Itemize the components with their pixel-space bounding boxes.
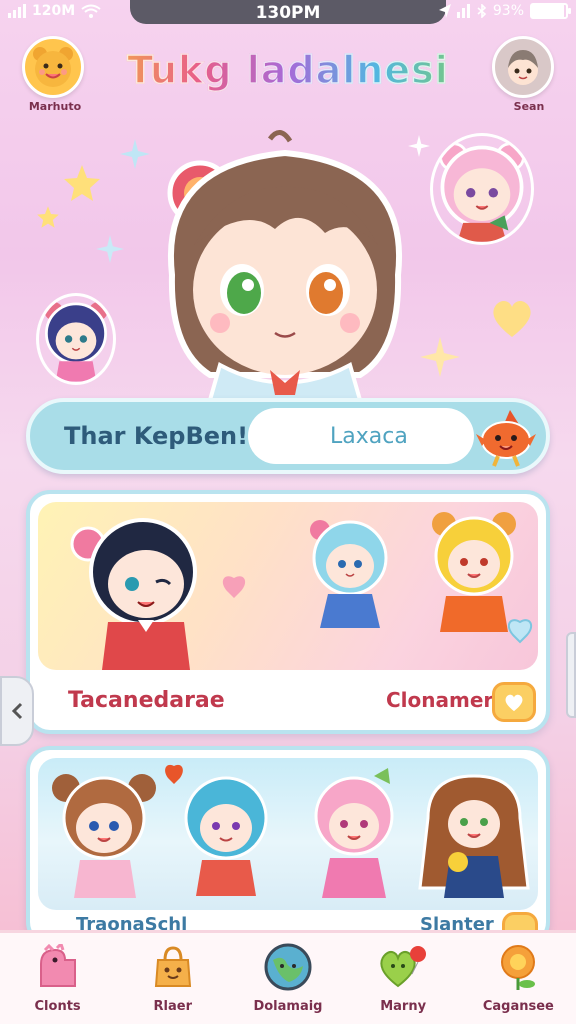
pink-bear-character bbox=[430, 133, 534, 245]
search-input[interactable] bbox=[248, 408, 474, 464]
card-1-subtitle: Clonamer bbox=[386, 688, 494, 712]
heart-deco-icon bbox=[493, 300, 531, 337]
hero-illustration bbox=[0, 115, 576, 400]
star-icon bbox=[64, 165, 100, 201]
scroll-handle[interactable] bbox=[566, 632, 576, 718]
card-2-artwork bbox=[38, 758, 538, 910]
nav-label-clonts: Clonts bbox=[34, 999, 81, 1014]
bottom-navigation: Clonts Rlaer Dolamaig Marny Cagansee bbox=[0, 930, 576, 1024]
card-1-title: Tacanedarae bbox=[68, 688, 225, 713]
navy-hair-character bbox=[36, 293, 116, 385]
character-card-2[interactable]: TraonaSchl Slanter bbox=[26, 746, 550, 946]
character-card-1[interactable]: Tacanedarae Clonamer bbox=[26, 490, 550, 734]
right-avatar-label: Sean bbox=[513, 100, 545, 113]
nav-item-rlaer[interactable]: Rlaer bbox=[123, 941, 223, 1014]
nav-label-rlaer: Rlaer bbox=[153, 999, 193, 1014]
heart-balloon-icon bbox=[377, 941, 429, 993]
sparkle-icon bbox=[120, 139, 150, 169]
sparkle-icon-3 bbox=[420, 337, 460, 377]
location-icon bbox=[438, 4, 451, 18]
flower-icon bbox=[492, 941, 544, 993]
nav-label-cagansee: Cagansee bbox=[482, 999, 554, 1014]
bluetooth-icon bbox=[477, 4, 487, 18]
dino-icon bbox=[32, 941, 84, 993]
fox-mascot-icon[interactable] bbox=[474, 406, 538, 470]
nav-item-cagansee[interactable]: Cagansee bbox=[468, 941, 568, 1014]
chevron-left-icon bbox=[11, 702, 23, 720]
favorite-button[interactable] bbox=[492, 682, 536, 722]
nav-item-dolamaig[interactable]: Dolamaig bbox=[238, 941, 338, 1014]
battery-icon bbox=[530, 3, 571, 19]
left-avatar-label: Marhuto bbox=[28, 100, 82, 113]
app-title: Tukg ladalnesi bbox=[110, 47, 466, 93]
card-1-artwork bbox=[38, 502, 538, 670]
status-bar: 120M 130PM 93% bbox=[0, 0, 576, 26]
main-character-illustration bbox=[167, 130, 402, 400]
card-1-characters bbox=[70, 512, 533, 670]
nav-label-marny: Marny bbox=[380, 999, 427, 1014]
nav-item-clonts[interactable]: Clonts bbox=[8, 941, 108, 1014]
bear-face-icon bbox=[33, 47, 73, 87]
bag-icon bbox=[147, 941, 199, 993]
sparkle-icon-2 bbox=[96, 235, 124, 263]
battery-fill bbox=[532, 5, 564, 17]
nav-label-dolamaig: Dolamaig bbox=[253, 999, 323, 1014]
globe-icon bbox=[262, 941, 314, 993]
app-header: Marhuto Tukg ladalnesi Sean bbox=[0, 30, 576, 120]
nav-item-marny[interactable]: Marny bbox=[353, 941, 453, 1014]
heart-icon bbox=[505, 694, 523, 712]
card-2-characters bbox=[52, 764, 530, 898]
profile-avatar-left[interactable] bbox=[22, 36, 84, 98]
status-right: 93% bbox=[438, 3, 571, 19]
search-label: Thar KepBen! bbox=[64, 422, 249, 450]
chibi-face-icon bbox=[508, 50, 538, 85]
battery-percent: 93% bbox=[492, 3, 524, 19]
signal-icon-right bbox=[456, 4, 470, 18]
previous-arrow-button[interactable] bbox=[0, 676, 34, 746]
star-icon-small bbox=[37, 206, 59, 228]
profile-avatar-right[interactable] bbox=[492, 36, 554, 98]
search-bar: Thar KepBen! bbox=[26, 398, 550, 474]
